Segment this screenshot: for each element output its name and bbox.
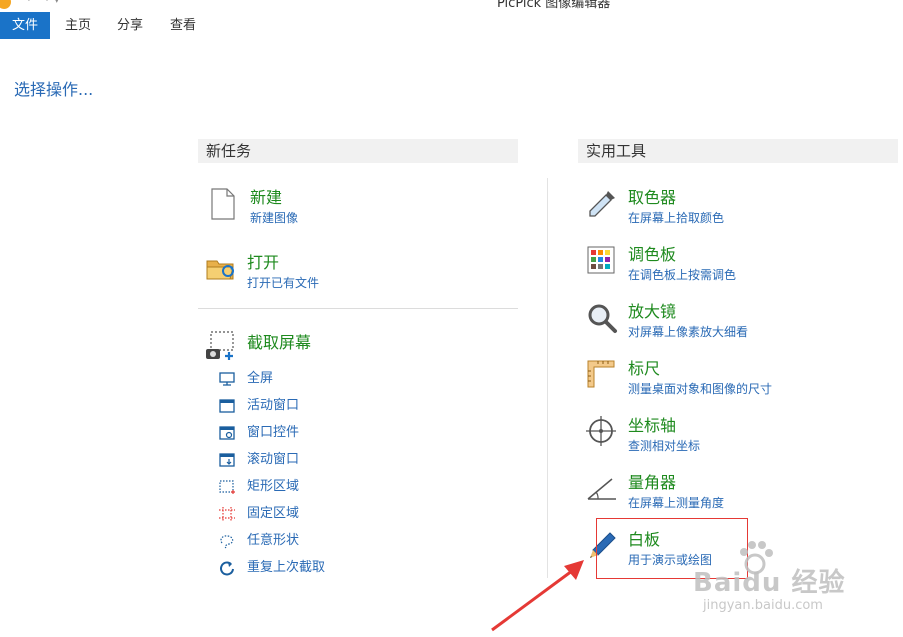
menu-file[interactable]: 文件	[0, 12, 51, 39]
menu-share[interactable]: 分享	[105, 12, 155, 39]
app-logo-icon	[0, 0, 11, 9]
protractor-icon	[587, 478, 616, 500]
crosshair-subtitle: 查测相对坐标	[628, 439, 701, 453]
capture-fullscreen-label: 全屏	[247, 371, 274, 386]
capture-active-window-label: 活动窗口	[247, 398, 300, 413]
title-bar: ↶ ↷ ▾ PicPick 图像编辑器	[0, 0, 903, 10]
menu-home[interactable]: 主页	[53, 12, 103, 39]
capture-scroll-window-label: 滚动窗口	[247, 452, 300, 467]
screen-capture-icon	[206, 331, 234, 360]
watermark-url: jingyan.baidu.com	[703, 598, 823, 613]
open-folder-icon	[206, 260, 234, 280]
fixed-region-icon	[219, 507, 235, 521]
capture-rectangle-region-label: 矩形区域	[247, 479, 300, 494]
watermark-brand: Baidu 经验	[693, 568, 846, 598]
repeat-capture-icon	[220, 561, 234, 576]
magnifier-subtitle: 对屏幕上像素放大细看	[628, 325, 749, 339]
magnifier-icon	[588, 304, 617, 333]
capture-repeat-last-label: 重复上次截取	[247, 560, 326, 575]
magnifier-title: 放大镜	[628, 302, 677, 321]
utilities-header: 实用工具	[578, 139, 898, 163]
annotation-arrow-icon	[491, 560, 584, 632]
freehand-shape-icon	[220, 535, 234, 549]
monitor-icon	[219, 372, 235, 386]
menu-bar: 文件 主页 分享 查看	[0, 12, 903, 39]
protractor-title: 量角器	[628, 473, 677, 492]
color-picker-title: 取色器	[628, 188, 677, 207]
capture-freehand-label: 任意形状	[247, 533, 300, 548]
capture-fixed-region-label: 固定区域	[247, 506, 300, 521]
window-icon	[219, 399, 235, 413]
menu-view[interactable]: 查看	[158, 12, 208, 39]
section-divider	[198, 308, 518, 309]
color-palette-subtitle: 在调色板上按需调色	[628, 268, 737, 282]
rectangle-region-icon	[219, 480, 235, 494]
color-palette-title: 调色板	[628, 245, 677, 264]
open-title: 打开	[247, 253, 280, 272]
protractor-subtitle: 在屏幕上测量角度	[628, 496, 725, 510]
capture-window-control-label: 窗口控件	[247, 425, 300, 440]
baidu-watermark: Baidu 经验 jingyan.baidu.com	[683, 530, 893, 630]
crosshair-icon	[586, 416, 616, 446]
color-picker-subtitle: 在屏幕上拾取颜色	[628, 211, 725, 225]
new-tasks-header: 新任务	[198, 139, 518, 163]
capture-title: 截取屏幕	[247, 333, 312, 352]
window-control-icon	[219, 426, 235, 440]
column-divider	[547, 178, 548, 578]
open-subtitle: 打开已有文件	[247, 276, 320, 290]
crosshair-title: 坐标轴	[628, 416, 677, 435]
ruler-subtitle: 测量桌面对象和图像的尺寸	[628, 382, 773, 396]
new-title: 新建	[250, 188, 283, 207]
window-title: PicPick 图像编辑器	[497, 0, 611, 10]
eyedropper-icon	[589, 191, 615, 217]
quick-access-toolbar[interactable]: ↶ ↷ ▾	[26, 0, 60, 6]
blank-document-icon	[211, 188, 235, 220]
select-action-prompt: 选择操作...	[14, 80, 94, 99]
color-palette-icon	[587, 246, 615, 274]
ruler-icon	[587, 360, 615, 388]
ruler-title: 标尺	[628, 359, 661, 378]
new-subtitle: 新建图像	[250, 211, 299, 225]
scroll-window-icon	[219, 453, 235, 467]
